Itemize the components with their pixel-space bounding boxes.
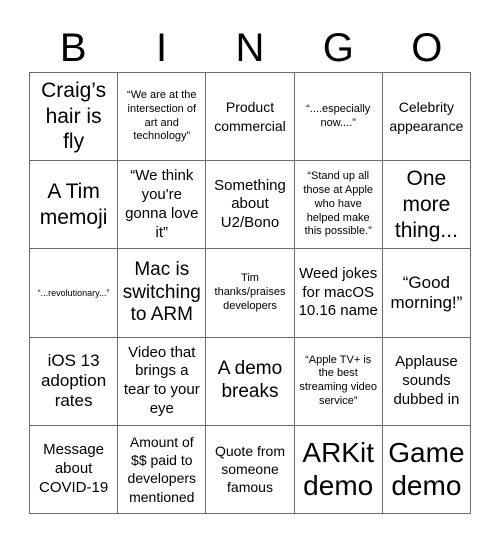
cell-text: “Good morning!”	[390, 272, 463, 312]
bingo-cell[interactable]: “Apple TV+ is the best streaming video s…	[294, 337, 383, 426]
bingo-cell[interactable]: A Tim memoji	[30, 161, 119, 250]
cell-text: “We are at the intersection of art and t…	[127, 89, 197, 143]
cell-text: Craig’s hair is fly	[41, 79, 107, 154]
bingo-cell[interactable]: Message about COVID-19	[30, 425, 119, 514]
cell-text: Tim thanks/praises developers	[214, 272, 286, 312]
cell-text: “....especially now....”	[306, 102, 371, 129]
bingo-cell[interactable]: Amount of $$ paid to developers mentione…	[118, 425, 207, 514]
cell-text: “Apple TV+ is the best streaming video s…	[299, 353, 378, 407]
bingo-cell[interactable]: iOS 13 adoption rates	[30, 337, 119, 426]
bingo-cell[interactable]: Celebrity appearance	[382, 73, 471, 162]
bingo-header: B I N G O	[29, 24, 471, 72]
bingo-cell[interactable]: “We are at the intersection of art and t…	[118, 73, 207, 162]
cell-text: A demo breaks	[217, 358, 283, 403]
bingo-cell[interactable]: Video that brings a tear to your eye	[118, 337, 207, 426]
cell-text: Message about COVID-19	[39, 441, 109, 496]
bingo-cell[interactable]: Applause sounds dubbed in	[382, 337, 471, 426]
bingo-cell[interactable]: Craig’s hair is fly	[30, 73, 119, 162]
cell-text: Video that brings a tear to your eye	[123, 343, 200, 417]
cell-text: Something about U2/Bono	[214, 176, 286, 232]
cell-text: Product commercial	[214, 99, 286, 134]
cell-text: A Tim memoji	[39, 180, 108, 229]
header-letter-n: N	[235, 26, 265, 70]
cell-text: Quote from someone famous	[214, 443, 285, 496]
header-letter-b: B	[59, 26, 87, 70]
bingo-cell[interactable]: Mac is switching to ARM	[118, 249, 207, 338]
bingo-cell[interactable]: A demo breaks	[206, 337, 295, 426]
cell-text: Weed jokes for macOS 10.16 name	[298, 264, 378, 320]
cell-text: Mac is switching to ARM	[122, 258, 201, 326]
cell-text: “We think you're gonna love it”	[125, 167, 199, 241]
bingo-cell[interactable]: “...revolutionary...”	[30, 249, 119, 338]
bingo-grid: Craig’s hair is fly “We are at the inter…	[29, 72, 471, 514]
cell-text: “...revolutionary...”	[37, 287, 110, 298]
cell-text: iOS 13 adoption rates	[40, 350, 107, 411]
cell-text: Game demo	[388, 436, 465, 502]
cell-text: “Stand up all those at Apple who have he…	[303, 170, 374, 238]
bingo-cell[interactable]: Tim thanks/praises developers	[206, 249, 295, 338]
header-letter-i: I	[156, 26, 168, 70]
bingo-cell[interactable]: “Stand up all those at Apple who have he…	[294, 161, 383, 250]
bingo-cell[interactable]: ARKit demo	[294, 425, 383, 514]
bingo-cell[interactable]: Game demo	[382, 425, 471, 514]
bingo-cell[interactable]: Something about U2/Bono	[206, 161, 295, 250]
cell-text: Applause sounds dubbed in	[393, 353, 460, 408]
header-letter-o: O	[411, 26, 443, 70]
cell-text: ARKit demo	[302, 436, 374, 502]
cell-text: Celebrity appearance	[389, 99, 464, 134]
cell-text: Amount of $$ paid to developers mentione…	[127, 434, 197, 505]
bingo-cell[interactable]: “....especially now....”	[294, 73, 383, 162]
bingo-cell[interactable]: Product commercial	[206, 73, 295, 162]
cell-text: One more thing...	[394, 167, 458, 242]
bingo-cell[interactable]: “We think you're gonna love it”	[118, 161, 207, 250]
bingo-cell[interactable]: One more thing...	[382, 161, 471, 250]
bingo-cell[interactable]: Weed jokes for macOS 10.16 name	[294, 249, 383, 338]
header-letter-g: G	[322, 26, 354, 70]
bingo-cell[interactable]: Quote from someone famous	[206, 425, 295, 514]
bingo-cell[interactable]: “Good morning!”	[382, 249, 471, 338]
